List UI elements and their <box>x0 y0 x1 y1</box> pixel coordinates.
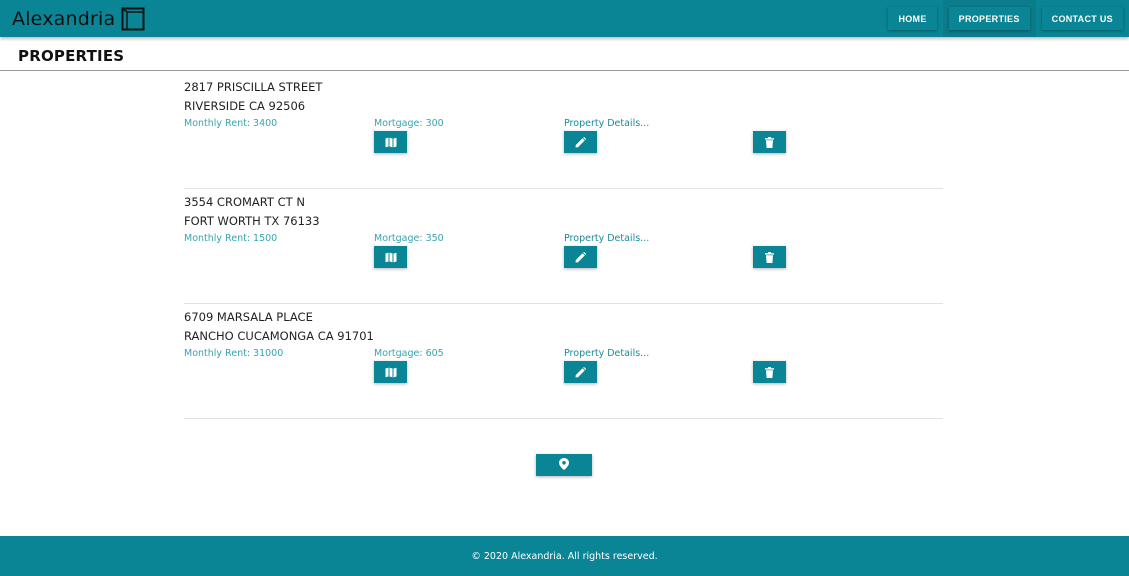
property-street: 2817 PRISCILLA STREET <box>184 80 323 94</box>
property-mortgage: Mortgage: 605 <box>374 348 444 359</box>
trash-icon <box>765 366 774 378</box>
property-mortgage: Mortgage: 300 <box>374 118 444 129</box>
nav-slot-properties: PROPERTIES <box>942 0 1036 37</box>
location-pin-icon <box>559 457 569 473</box>
property-list: 2817 PRISCILLA STREET RIVERSIDE CA 92506… <box>184 74 943 419</box>
brand-name: Alexandria <box>12 8 116 30</box>
delete-property-button[interactable] <box>753 361 786 383</box>
property-details-link[interactable]: Property Details... <box>564 348 649 359</box>
nav-home-button[interactable]: HOME <box>888 7 937 30</box>
nav-contact-us-button[interactable]: CONTACT US <box>1041 7 1123 30</box>
edit-property-button[interactable] <box>564 131 597 153</box>
map-icon <box>385 137 397 148</box>
map-icon <box>385 252 397 263</box>
property-details-link[interactable]: Property Details... <box>564 233 649 244</box>
pencil-icon <box>575 366 586 378</box>
add-property-button[interactable] <box>536 454 592 476</box>
pencil-icon <box>575 251 586 263</box>
delete-property-button[interactable] <box>753 131 786 153</box>
property-city: RIVERSIDE CA 92506 <box>184 99 306 113</box>
main-nav: HOME PROPERTIES CONTACT US <box>882 0 1129 37</box>
nav-slot-home: HOME <box>882 0 942 37</box>
view-map-button[interactable] <box>374 131 407 153</box>
footer: © 2020 Alexandria. All rights reserved. <box>0 536 1129 576</box>
property-details-link[interactable]: Property Details... <box>564 118 649 129</box>
property-mortgage: Mortgage: 350 <box>374 233 444 244</box>
trash-icon <box>765 251 774 263</box>
trash-icon <box>765 136 774 148</box>
pencil-icon <box>575 136 586 148</box>
view-map-button[interactable] <box>374 361 407 383</box>
property-row: 3554 CROMART CT N FORT WORTH TX 76133 Mo… <box>184 189 943 304</box>
property-row: 2817 PRISCILLA STREET RIVERSIDE CA 92506… <box>184 74 943 189</box>
top-navbar: Alexandria HOME PROPERTIES CONTACT US <box>0 0 1129 37</box>
edit-property-button[interactable] <box>564 246 597 268</box>
footer-copyright: © 2020 Alexandria. All rights reserved. <box>471 550 658 562</box>
property-street: 3554 CROMART CT N <box>184 195 305 209</box>
delete-property-button[interactable] <box>753 246 786 268</box>
property-rent: Monthly Rent: 1500 <box>184 233 278 244</box>
property-rent: Monthly Rent: 31000 <box>184 348 284 359</box>
property-rent: Monthly Rent: 3400 <box>184 118 278 129</box>
property-city: FORT WORTH TX 76133 <box>184 214 320 228</box>
brand[interactable]: Alexandria <box>12 4 145 34</box>
edit-property-button[interactable] <box>564 361 597 383</box>
nav-slot-contact: CONTACT US <box>1036 0 1129 37</box>
title-divider <box>0 70 1129 71</box>
page-title: PROPERTIES <box>18 47 125 65</box>
nav-properties-button[interactable]: PROPERTIES <box>948 7 1030 30</box>
property-street: 6709 MARSALA PLACE <box>184 310 313 324</box>
property-row: 6709 MARSALA PLACE RANCHO CUCAMONGA CA 9… <box>184 304 943 419</box>
map-icon <box>385 367 397 378</box>
view-map-button[interactable] <box>374 246 407 268</box>
brand-logo-icon <box>121 7 145 31</box>
property-city: RANCHO CUCAMONGA CA 91701 <box>184 329 374 343</box>
